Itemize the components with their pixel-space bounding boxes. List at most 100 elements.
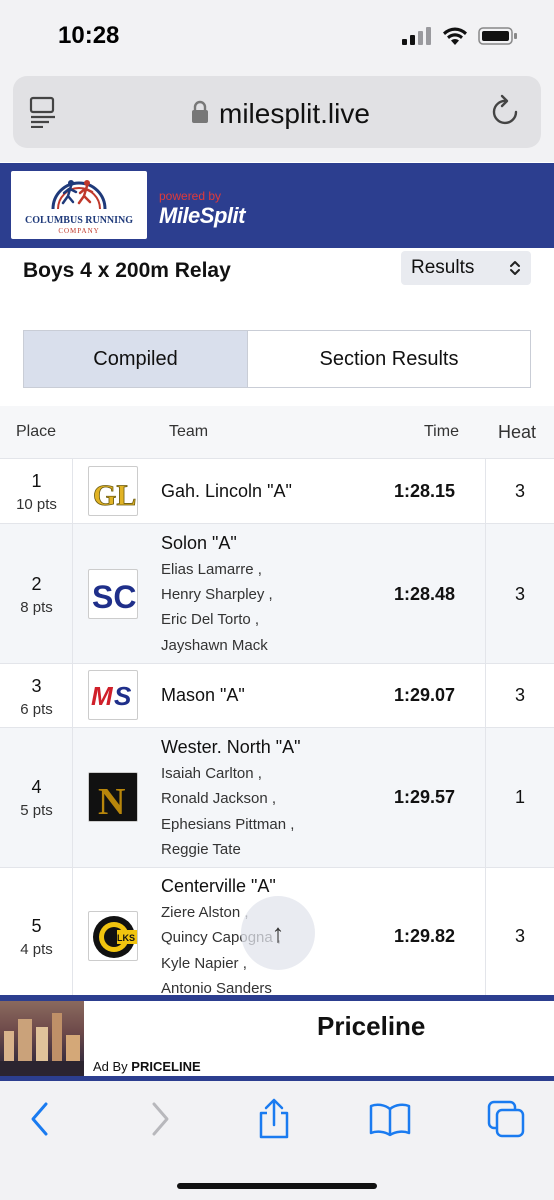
chevron-updown-icon <box>510 261 520 275</box>
runners-logo-icon <box>51 180 107 210</box>
back-icon <box>31 1102 48 1136</box>
svg-text:GL: GL <box>93 479 136 512</box>
view-select[interactable]: Results <box>401 251 531 285</box>
place-points: 4 pts <box>20 941 53 958</box>
place-number: 2 <box>31 574 42 594</box>
athlete-name[interactable]: Henry Sharpley , <box>161 586 273 603</box>
tabs-icon <box>487 1100 525 1138</box>
browser-toolbar <box>0 1081 554 1200</box>
svg-text:N: N <box>98 781 125 822</box>
reload-icon[interactable] <box>489 94 523 130</box>
result-time: 1:28.15 <box>394 481 456 501</box>
tab-section-results[interactable]: Section Results <box>248 331 530 387</box>
table-row[interactable]: 4 5 pts N Wester. North "A" Isaiah Carlt… <box>0 727 554 867</box>
forward-button[interactable] <box>138 1097 182 1141</box>
team-name[interactable]: Gah. Lincoln "A" <box>161 481 292 502</box>
header-time: Time <box>424 423 459 440</box>
ad-by-label: Ad By <box>93 1059 132 1074</box>
result-time: 1:29.57 <box>394 787 456 807</box>
status-bar: 10:28 <box>0 0 554 72</box>
bookmarks-button[interactable] <box>368 1097 412 1141</box>
table-header: Place Team Time Heat <box>0 406 554 458</box>
tabs-button[interactable] <box>484 1097 528 1141</box>
athlete-name[interactable]: Eric Del Torto , <box>161 611 259 628</box>
header-heat: Heat <box>498 422 537 442</box>
team-logo: ELKS <box>88 911 138 961</box>
address-bar[interactable]: milesplit.live <box>13 76 541 148</box>
city-skyline-image-icon <box>0 1013 84 1076</box>
athlete-name[interactable]: Isaiah Carlton , <box>161 765 262 782</box>
scroll-to-top-button[interactable]: ↑ <box>241 896 315 970</box>
team-logo: SC <box>88 569 138 619</box>
centerville-elks-logo-icon: ELKS <box>93 916 137 958</box>
url-text: milesplit.live <box>219 98 370 129</box>
milesplit-logo[interactable]: MileSplit <box>159 203 245 229</box>
heat-number: 1 <box>514 787 525 807</box>
team-name[interactable]: Wester. North "A" <box>161 737 301 758</box>
heat-number: 3 <box>514 584 525 604</box>
reader-mode-icon[interactable] <box>29 96 59 128</box>
athlete-name[interactable]: Ronald Jackson , <box>161 790 276 807</box>
team-logo: GL <box>88 466 138 516</box>
result-time: 1:29.82 <box>394 926 456 946</box>
ad-title[interactable]: Priceline <box>317 1011 425 1042</box>
team-name[interactable]: Solon "A" <box>161 533 237 554</box>
bookmarks-icon <box>369 1103 411 1137</box>
svg-text:S: S <box>114 681 132 711</box>
team-name[interactable]: Mason "A" <box>161 685 245 706</box>
logo-name: COLUMBUS RUNNING <box>24 215 134 226</box>
place-number: 3 <box>31 676 42 696</box>
athlete-name[interactable]: Kyle Napier , <box>161 955 247 972</box>
ad-by-brand: PRICELINE <box>131 1059 201 1074</box>
columbus-running-logo[interactable]: COLUMBUS RUNNING COMPANY <box>11 171 147 239</box>
header-place: Place <box>16 423 57 440</box>
event-header: Boys 4 x 200m Relay Results <box>0 248 554 314</box>
athlete-name[interactable]: Jayshawn Mack <box>161 637 268 654</box>
table-row[interactable]: 3 6 pts M S Mason "A" 1:29.07 3 <box>0 663 554 727</box>
athlete-name[interactable]: Reggie Tate <box>161 841 241 858</box>
ad-attribution: Ad By PRICELINE <box>93 1059 201 1074</box>
table-row[interactable]: 1 10 pts GL Gah. Lincoln "A" 1:28.15 3 <box>0 458 554 523</box>
browser-chrome: milesplit.live <box>0 72 554 162</box>
battery-icon <box>478 27 517 45</box>
svg-text:SC: SC <box>92 579 136 615</box>
place-points: 6 pts <box>20 701 53 718</box>
status-icons <box>402 26 518 46</box>
ad-banner[interactable]: Priceline Ad By PRICELINE <box>0 995 554 1081</box>
heat-number: 3 <box>514 685 525 705</box>
wifi-icon <box>443 27 467 45</box>
athlete-name[interactable]: Ephesians Pittman , <box>161 816 294 833</box>
gahanna-lincoln-logo-icon: GL <box>93 479 137 513</box>
athlete-name[interactable]: Ziere Alston , <box>161 904 249 921</box>
team-name[interactable]: Centerville "A" <box>161 876 276 897</box>
header-team: Team <box>169 423 209 440</box>
table-row[interactable]: 2 8 pts SC Solon "A" Elias Lamarre , Hen… <box>0 523 554 663</box>
cellular-signal-icon <box>402 27 431 45</box>
place-number: 5 <box>31 916 42 936</box>
share-button[interactable] <box>252 1097 296 1141</box>
forward-icon <box>152 1102 169 1136</box>
athlete-name[interactable]: Elias Lamarre , <box>161 561 262 578</box>
place-number: 4 <box>31 777 42 797</box>
place-points: 10 pts <box>16 496 57 513</box>
ad-image[interactable] <box>0 1001 84 1076</box>
place-points: 8 pts <box>20 599 53 616</box>
team-logo: M S <box>88 670 138 720</box>
share-icon <box>259 1098 289 1139</box>
powered-by: powered by <box>159 189 222 203</box>
tab-compiled[interactable]: Compiled <box>24 331 248 387</box>
heat-number: 3 <box>514 481 525 501</box>
view-select-value: Results <box>411 257 475 278</box>
logo-sub: COMPANY <box>58 227 100 235</box>
home-indicator[interactable] <box>177 1183 377 1189</box>
solon-logo-icon: SC <box>92 579 136 615</box>
svg-text:M: M <box>91 681 114 711</box>
heat-number: 3 <box>514 926 525 946</box>
mason-logo-icon: M S <box>91 681 132 711</box>
back-button[interactable] <box>18 1097 62 1141</box>
place-number: 1 <box>31 471 42 491</box>
event-title: Boys 4 x 200m Relay <box>23 259 231 282</box>
lock-icon <box>192 100 208 123</box>
westerville-north-logo-icon: N <box>89 773 137 822</box>
place-points: 5 pts <box>20 802 53 819</box>
